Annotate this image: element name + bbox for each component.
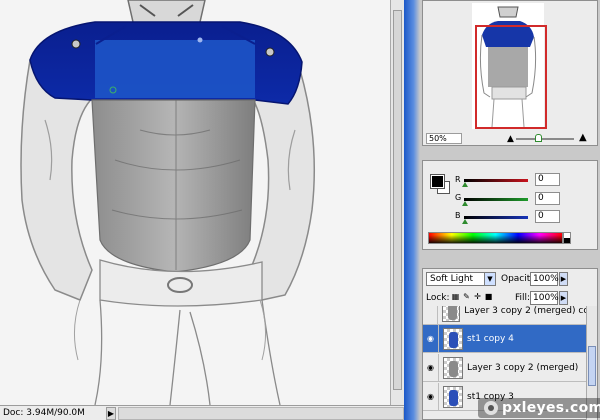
fill-field[interactable]: 100% (530, 291, 559, 305)
channel-b-slider[interactable] (464, 216, 528, 219)
lock-all-icon[interactable]: ■ (484, 292, 493, 302)
layer-name: st1 copy 4 (467, 333, 514, 344)
foreground-color-swatch[interactable] (430, 174, 445, 189)
fill-arrow-icon[interactable]: ▶ (559, 291, 568, 305)
status-menu-arrow-icon[interactable]: ▶ (106, 406, 116, 420)
navigator-zoom-field[interactable]: 50% (426, 133, 462, 144)
scrollbar-thumb[interactable] (588, 346, 596, 386)
layer-row-selected[interactable]: ◉ st1 copy 4 (423, 324, 586, 353)
layer-name: Layer 3 copy 2 (merged) (467, 362, 579, 373)
black-white-ramp[interactable] (563, 232, 571, 244)
channel-g-slider[interactable] (464, 198, 528, 201)
layer-thumbnail (441, 306, 461, 322)
zoom-in-icon[interactable]: ▲ (579, 132, 587, 143)
eye-icon[interactable]: ◉ (423, 353, 439, 382)
status-bar: Doc: 3.94M/90.0M ▶ (0, 405, 404, 420)
lock-position-icon[interactable]: ✛ (473, 292, 482, 302)
doc-size-readout: Doc: 3.94M/90.0M (3, 408, 85, 418)
blend-mode-select[interactable]: Soft Light ▼ (426, 272, 496, 286)
channel-r-knob[interactable] (462, 182, 468, 187)
eye-icon[interactable]: ◉ (423, 382, 439, 411)
horizontal-scrollbar[interactable] (118, 406, 404, 420)
channel-r-slider[interactable] (464, 179, 528, 182)
pxleyes-logo-icon (484, 401, 498, 415)
zoom-out-icon[interactable]: ▲ (507, 134, 514, 144)
document-canvas[interactable] (0, 0, 390, 405)
layer-thumbnail (443, 385, 463, 408)
lock-pixels-icon[interactable]: ✎ (462, 292, 471, 302)
visibility-toggle[interactable] (423, 306, 438, 325)
channel-r-label: R (455, 175, 461, 184)
layer-thumbnail (443, 356, 463, 379)
window-edge (404, 0, 420, 420)
opacity-arrow-icon[interactable]: ▶ (559, 272, 568, 286)
canvas-vertical-scrollbar[interactable] (390, 0, 404, 405)
layer-row[interactable]: Layer 3 copy 2 (merged) co... (423, 306, 586, 325)
eye-icon[interactable]: ◉ (423, 324, 439, 353)
color-spectrum-ramp[interactable] (428, 232, 563, 244)
blend-mode-value: Soft Light (430, 274, 474, 284)
zoom-slider-knob[interactable] (535, 134, 542, 142)
chevron-down-icon[interactable]: ▼ (484, 273, 495, 285)
channel-b-knob[interactable] (462, 219, 468, 224)
channel-g-value[interactable]: 0 (535, 192, 560, 205)
watermark-text: pxleyes.com (502, 400, 600, 416)
lock-label: Lock: (426, 293, 450, 303)
navigator-panel: 50% ▲ ▲ (422, 0, 598, 146)
fill-label: Fill: (515, 293, 531, 303)
channel-r-value[interactable]: 0 (535, 173, 560, 186)
watermark: pxleyes.com (478, 398, 600, 418)
layer-row[interactable]: ◉ Layer 3 copy 2 (merged) (423, 353, 586, 382)
layer-name: Layer 3 copy 2 (merged) co... (464, 306, 586, 316)
channel-b-value[interactable]: 0 (535, 210, 560, 223)
opacity-field[interactable]: 100% (530, 272, 559, 286)
channel-g-knob[interactable] (462, 201, 468, 206)
color-panel: R 0 G 0 B 0 (422, 160, 598, 250)
channel-g-label: G (455, 193, 462, 202)
scrollbar-thumb[interactable] (393, 10, 402, 390)
layer-thumbnail (443, 327, 463, 350)
lock-transparency-icon[interactable]: ▦ (451, 292, 460, 302)
channel-b-label: B (455, 211, 461, 220)
zoom-slider[interactable] (516, 138, 574, 140)
artwork-sketch (0, 0, 390, 405)
navigator-view-box[interactable] (475, 25, 547, 129)
